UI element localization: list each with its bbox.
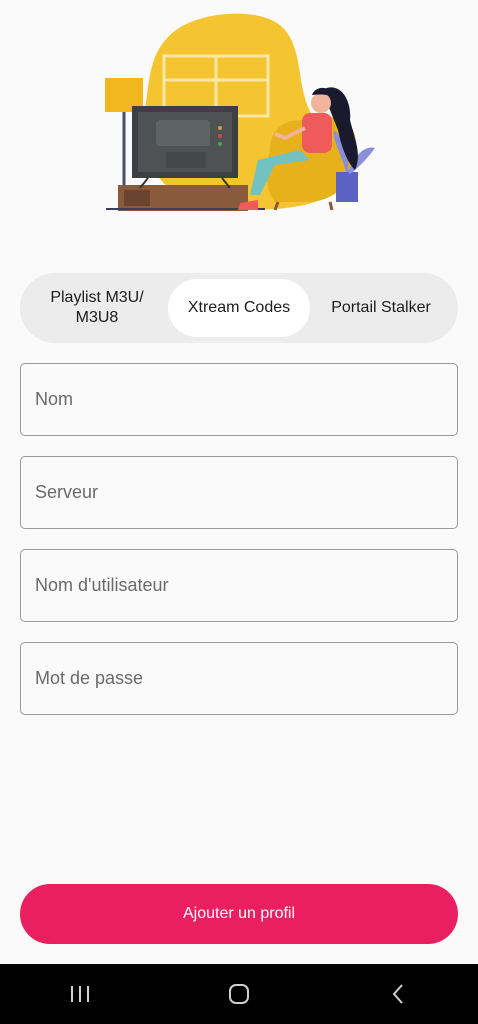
home-button[interactable] [209, 964, 269, 1024]
recents-icon [70, 986, 89, 1002]
hero-illustration [105, 13, 375, 211]
password-field [20, 642, 458, 715]
tab-playlist-m3u[interactable]: Playlist M3U/ M3U8 [26, 279, 168, 337]
server-input[interactable] [21, 457, 457, 528]
tab-portail-stalker-label: Portail Stalker [331, 299, 431, 316]
add-profile-button[interactable]: Ajouter un profil [20, 884, 458, 944]
username-field [20, 549, 458, 622]
back-icon [392, 984, 404, 1004]
recents-button[interactable] [50, 964, 110, 1024]
name-input[interactable] [21, 364, 457, 435]
back-button[interactable] [368, 964, 428, 1024]
tab-xtream-codes-label: Xtream Codes [187, 299, 291, 316]
home-icon [228, 984, 249, 1004]
system-navigation-bar [0, 964, 478, 1024]
tab-portail-stalker[interactable]: Portail Stalker [310, 279, 452, 337]
tab-xtream-codes[interactable]: Xtream Codes [168, 279, 310, 337]
add-profile-button-label: Ajouter un profil [182, 905, 296, 922]
name-field [20, 363, 458, 436]
source-type-tabs: Playlist M3U/ M3U8 Xtream Codes Portail … [20, 273, 458, 343]
server-field [20, 456, 458, 529]
password-input[interactable] [21, 643, 457, 714]
tab-playlist-m3u-label: Playlist M3U/ M3U8 [50, 289, 144, 326]
username-input[interactable] [21, 550, 457, 621]
